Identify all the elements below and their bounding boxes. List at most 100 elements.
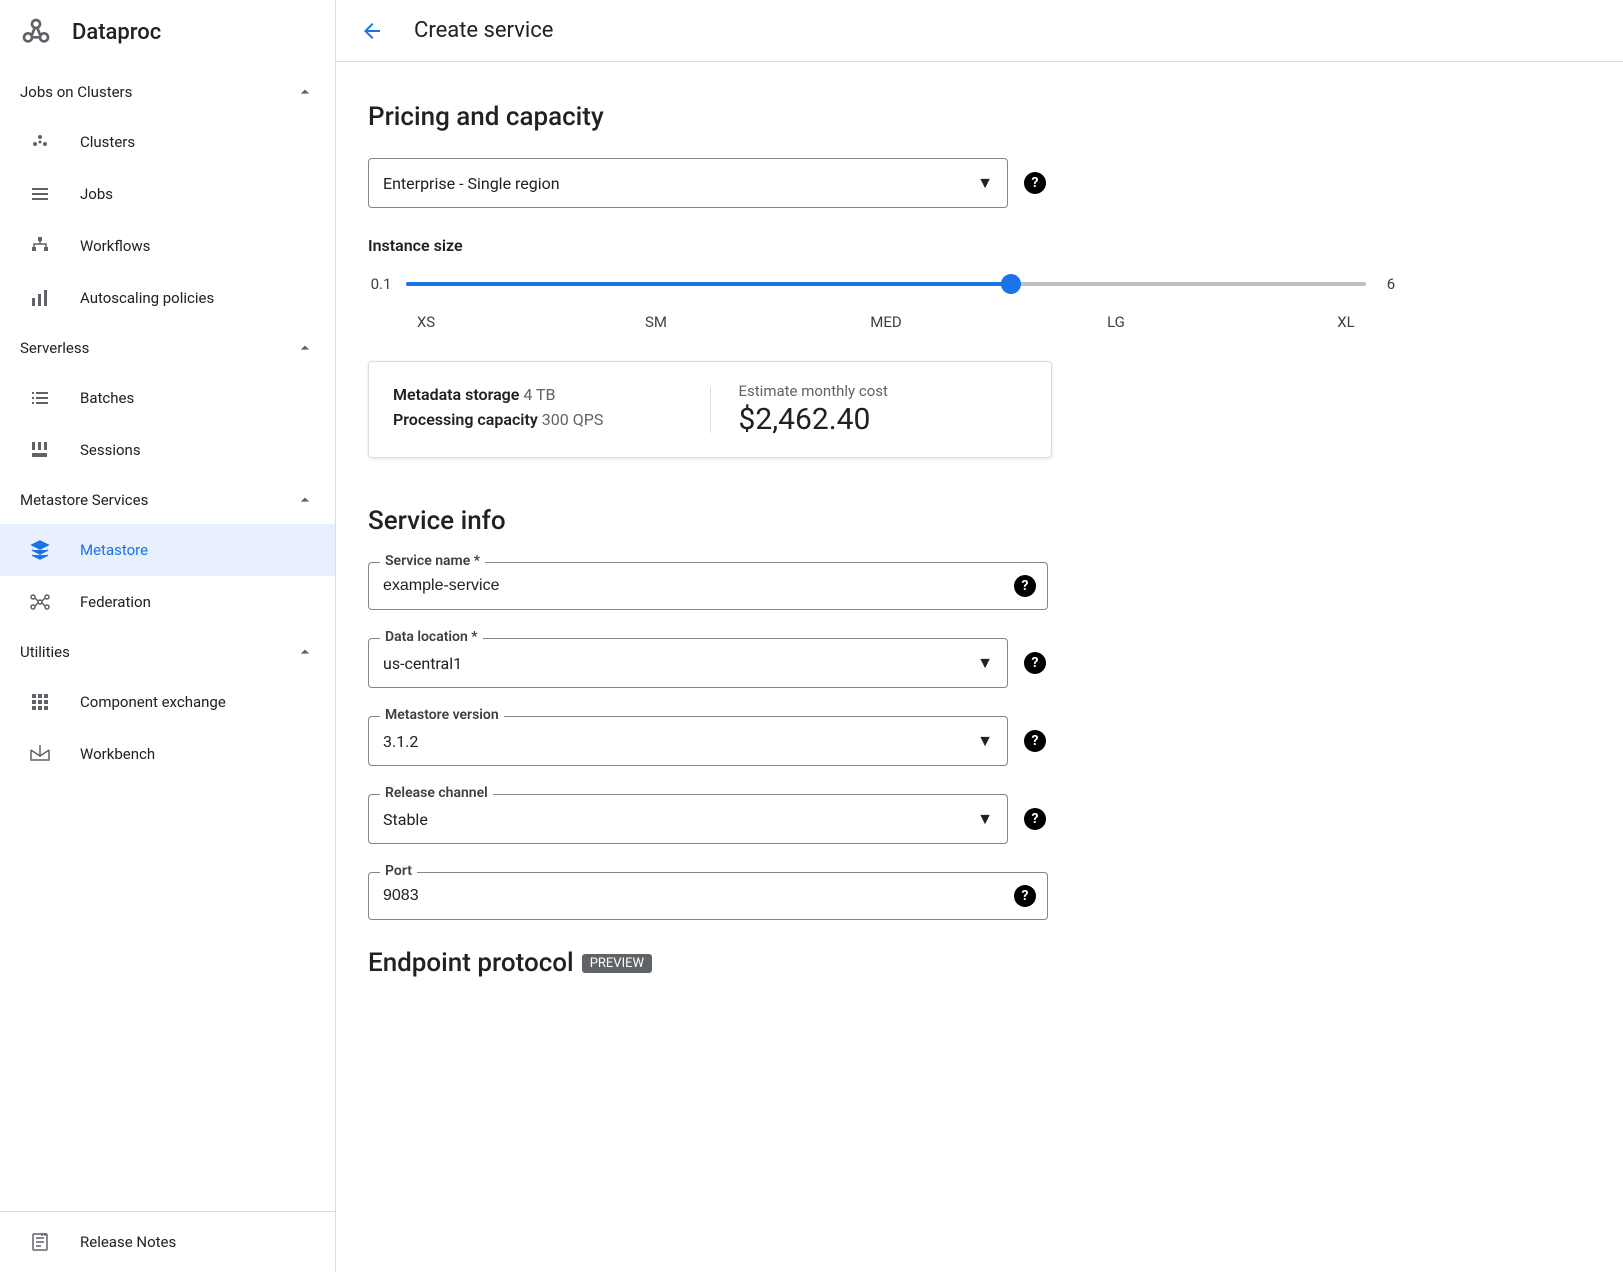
capacity-card: Metadata storage 4 TB Processing capacit… xyxy=(368,361,1052,458)
release-notes-icon xyxy=(28,1230,52,1254)
section-serverless[interactable]: Serverless xyxy=(0,324,335,372)
tick-sm: SM xyxy=(636,313,676,331)
sidebar-item-component-exchange[interactable]: Component exchange xyxy=(0,676,335,728)
sidebar-item-batches[interactable]: Batches xyxy=(0,372,335,424)
data-location-value: us-central1 xyxy=(383,654,462,673)
sidebar-item-label: Workflows xyxy=(80,237,150,255)
tick-xl: XL xyxy=(1326,313,1366,331)
chevron-up-icon xyxy=(295,490,315,510)
storage-label: Metadata storage xyxy=(393,385,519,404)
data-location-help-icon[interactable]: ? xyxy=(1024,652,1046,674)
sidebar-item-workflows[interactable]: Workflows xyxy=(0,220,335,272)
sidebar-item-label: Metastore xyxy=(80,541,148,559)
slider-min: 0.1 xyxy=(368,275,394,293)
release-channel-field[interactable]: Release channel Stable ▼ xyxy=(368,794,1008,844)
tick-med: MED xyxy=(866,313,906,331)
metastore-icon xyxy=(28,538,52,562)
chevron-up-icon xyxy=(295,642,315,662)
tier-select-field[interactable]: Enterprise - Single region ▼ xyxy=(368,158,1008,208)
sidebar-item-metastore[interactable]: Metastore xyxy=(0,524,335,576)
port-input[interactable] xyxy=(383,887,1033,905)
batches-icon xyxy=(28,386,52,410)
sidebar-item-label: Sessions xyxy=(80,441,141,459)
sidebar-item-workbench[interactable]: Workbench xyxy=(0,728,335,780)
product-name: Dataproc xyxy=(72,20,161,45)
workbench-icon xyxy=(28,742,52,766)
release-channel-value: Stable xyxy=(383,810,428,829)
tier-help-icon[interactable]: ? xyxy=(1024,172,1046,194)
main-content: Create service Pricing and capacity Ente… xyxy=(336,0,1623,1272)
service-name-label: Service name * xyxy=(380,553,485,569)
service-name-help-icon[interactable]: ? xyxy=(1014,575,1036,597)
sidebar-item-label: Federation xyxy=(80,593,151,611)
sidebar-item-jobs[interactable]: Jobs xyxy=(0,168,335,220)
chevron-up-icon xyxy=(295,338,315,358)
dataproc-logo-icon xyxy=(20,16,52,48)
section-utilities[interactable]: Utilities xyxy=(0,628,335,676)
processing-value: 300 QPS xyxy=(542,410,604,429)
dropdown-arrow-icon: ▼ xyxy=(977,731,993,751)
data-location-field[interactable]: Data location * us-central1 ▼ xyxy=(368,638,1008,688)
slider-max: 6 xyxy=(1378,275,1404,293)
sidebar-item-sessions[interactable]: Sessions xyxy=(0,424,335,476)
dropdown-arrow-icon: ▼ xyxy=(977,653,993,673)
sidebar-header: Dataproc xyxy=(0,0,335,68)
section-jobs-on-clusters[interactable]: Jobs on Clusters xyxy=(0,68,335,116)
back-arrow-icon[interactable] xyxy=(360,19,384,43)
main-header: Create service xyxy=(336,0,1623,62)
release-channel-label: Release channel xyxy=(380,785,493,801)
clusters-icon xyxy=(28,130,52,154)
workflows-icon xyxy=(28,234,52,258)
metastore-version-value: 3.1.2 xyxy=(383,732,418,751)
sidebar-item-clusters[interactable]: Clusters xyxy=(0,116,335,168)
section-title: Jobs on Clusters xyxy=(20,83,132,101)
slider-ticks: XS SM MED LG XL xyxy=(368,313,1404,331)
section-title: Utilities xyxy=(20,643,70,661)
section-title: Serverless xyxy=(20,339,89,357)
cost-label: Estimate monthly cost xyxy=(739,382,1028,400)
sidebar-footer: Release Notes xyxy=(0,1211,335,1272)
port-help-icon[interactable]: ? xyxy=(1014,885,1036,907)
chevron-up-icon xyxy=(295,82,315,102)
slider-fill xyxy=(406,282,1011,286)
tier-select-value: Enterprise - Single region xyxy=(383,174,560,193)
section-metastore-services[interactable]: Metastore Services xyxy=(0,476,335,524)
sidebar-item-autoscaling[interactable]: Autoscaling policies xyxy=(0,272,335,324)
preview-badge: PREVIEW xyxy=(582,954,652,973)
section-title: Metastore Services xyxy=(20,491,148,509)
endpoint-heading: Endpoint protocol xyxy=(368,948,574,978)
sidebar-item-federation[interactable]: Federation xyxy=(0,576,335,628)
page-title: Create service xyxy=(414,18,553,43)
sidebar-item-label: Batches xyxy=(80,389,134,407)
port-field[interactable]: Port xyxy=(368,872,1048,920)
sidebar-item-label: Release Notes xyxy=(80,1233,176,1251)
sidebar-item-label: Jobs xyxy=(80,185,113,203)
metastore-version-field[interactable]: Metastore version 3.1.2 ▼ xyxy=(368,716,1008,766)
instance-size-label: Instance size xyxy=(368,236,1404,255)
sidebar-body: Jobs on Clusters Clusters Jobs Workflows… xyxy=(0,68,335,1211)
sidebar-item-label: Component exchange xyxy=(80,693,226,711)
service-name-field[interactable]: Service name * xyxy=(368,562,1048,610)
autoscaling-icon xyxy=(28,286,52,310)
divider xyxy=(710,387,711,433)
sidebar-item-release-notes[interactable]: Release Notes xyxy=(0,1216,335,1268)
dropdown-arrow-icon: ▼ xyxy=(977,173,993,193)
instance-size-slider[interactable] xyxy=(406,282,1366,286)
sidebar: Dataproc Jobs on Clusters Clusters Jobs … xyxy=(0,0,336,1272)
tick-xs: XS xyxy=(406,313,446,331)
service-name-input[interactable] xyxy=(383,577,1033,595)
sidebar-item-label: Workbench xyxy=(80,745,155,763)
sessions-icon xyxy=(28,438,52,462)
release-channel-help-icon[interactable]: ? xyxy=(1024,808,1046,830)
metastore-version-help-icon[interactable]: ? xyxy=(1024,730,1046,752)
pricing-heading: Pricing and capacity xyxy=(368,102,1404,132)
port-label: Port xyxy=(380,863,417,879)
grid-icon xyxy=(28,690,52,714)
sidebar-item-label: Autoscaling policies xyxy=(80,289,214,307)
dropdown-arrow-icon: ▼ xyxy=(977,809,993,829)
data-location-label: Data location * xyxy=(380,629,483,645)
jobs-icon xyxy=(28,182,52,206)
federation-icon xyxy=(28,590,52,614)
metastore-version-label: Metastore version xyxy=(380,707,504,723)
slider-thumb[interactable] xyxy=(1001,274,1021,294)
